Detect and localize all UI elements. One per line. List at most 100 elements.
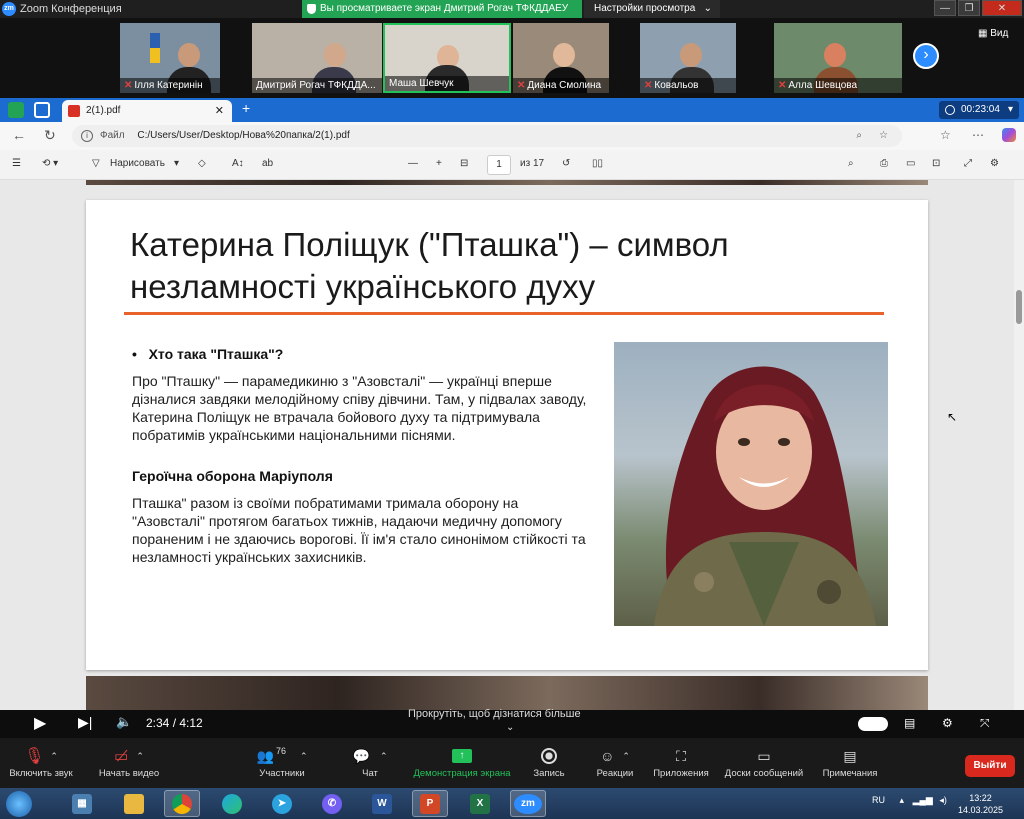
taskbar-app-chrome[interactable]	[164, 790, 200, 817]
taskbar-app-zoom[interactable]: zm	[510, 790, 546, 817]
taskbar-app-files[interactable]	[116, 790, 152, 817]
next-track-icon[interactable]: ▶|	[78, 714, 92, 731]
save-icon[interactable]: ⊡	[932, 158, 940, 169]
view-button[interactable]: ▦ Вид	[978, 28, 1008, 39]
participant-tile[interactable]: ✕ Диана Смолина	[513, 23, 609, 93]
fit-page-icon[interactable]: ⊟	[460, 158, 468, 169]
media-player-bar: ▶ ▶| 🔈 2:34 / 4:12 Прокрутіть, щоб дізна…	[0, 708, 1024, 738]
leave-meeting-button[interactable]: Выйти	[965, 755, 1015, 777]
close-window-button[interactable]: ✕	[982, 0, 1022, 16]
volume-icon[interactable]: ◂)	[939, 795, 947, 805]
start-video-label: Начать видео	[98, 768, 160, 779]
taskbar-app-excel[interactable]: X	[462, 790, 498, 817]
taskbar-app-powerpoint[interactable]: P	[412, 790, 448, 817]
zoom-icon: zm	[514, 793, 542, 814]
draw-button[interactable]: Нарисовать	[110, 158, 165, 169]
page-number-input[interactable]: 1	[487, 155, 511, 175]
shield-icon[interactable]	[8, 102, 24, 118]
read-aloud-icon[interactable]: ⟲ ▾	[42, 158, 58, 169]
pdf-viewer[interactable]: Катерина Поліщук ("Пташка") – символ нез…	[0, 180, 1014, 710]
fullscreen-icon[interactable]: ⤧	[980, 716, 990, 731]
apps-button[interactable]: ⛶ Приложения	[650, 744, 712, 780]
back-icon[interactable]: ←	[12, 127, 26, 143]
new-tab-button[interactable]: +	[242, 100, 250, 116]
subtitles-icon[interactable]: ▤	[904, 716, 915, 730]
subheading: Героїчна оборона Маріуполя	[132, 468, 333, 484]
page-view-icon[interactable]: ▯▯	[592, 158, 603, 169]
participant-tile[interactable]: ✕ Алла Шевцова	[774, 23, 902, 93]
participant-tile-active-speaker[interactable]: Маша Шевчук	[383, 23, 511, 93]
reactions-label: Реакции	[596, 768, 634, 779]
taskbar-app-edge[interactable]	[214, 790, 250, 817]
address-bar-row: ← ↻ i Файл C:/Users/User/Desktop/Нова%20…	[0, 122, 1024, 150]
clock-date: 14.03.2025	[958, 805, 1004, 815]
workspaces-icon[interactable]	[34, 102, 50, 118]
record-label: Запись	[533, 768, 565, 779]
bullet-heading-text: Хто така "Пташка"?	[148, 346, 284, 362]
participants-button[interactable]: 👥 76 ⌃ Участники	[252, 744, 312, 779]
zoom-icon[interactable]: ⌕	[856, 125, 862, 147]
network-icon[interactable]: ▂▄▆	[913, 795, 933, 805]
unmute-button[interactable]: 🎙 ⌃ Включить звук	[6, 744, 76, 779]
apps-icon: ⛶	[676, 747, 686, 764]
play-icon[interactable]: ▶	[34, 713, 46, 733]
bullet-heading: • Хто така "Пташка"?	[132, 346, 284, 362]
share-screen-button[interactable]: ↑ Демонстрация экрана	[408, 744, 516, 779]
pdf-scrollbar[interactable]	[1014, 180, 1024, 710]
more-icon[interactable]: ⋯	[972, 128, 984, 142]
record-button[interactable]: Запись	[526, 744, 572, 779]
language-indicator[interactable]: RU	[872, 795, 885, 805]
system-tray[interactable]: RU ▴ ▂▄▆ ◂)	[872, 795, 947, 806]
volume-icon[interactable]: 🔈	[116, 714, 132, 730]
windows-taskbar: ▦ ➤ ✆ W P X zm RU ▴ ▂▄▆ ◂) 13:22 14.03.2…	[0, 788, 1024, 819]
taskbar-app-explorer-window[interactable]: ▦	[64, 790, 100, 817]
participant-tile[interactable]: ✕ Ковальов	[640, 23, 736, 93]
copilot-icon[interactable]	[1002, 128, 1016, 142]
viber-icon: ✆	[322, 793, 342, 814]
taskbar-app-viber[interactable]: ✆	[314, 790, 350, 817]
minimize-button[interactable]: —	[934, 0, 956, 16]
scrollbar-thumb[interactable]	[1016, 290, 1022, 324]
zoom-out-icon[interactable]: —	[408, 158, 418, 169]
favorites-icon[interactable]: ☆	[940, 128, 951, 142]
save-as-icon[interactable]: ▭	[906, 158, 915, 169]
zoom-in-icon[interactable]: +	[436, 158, 442, 169]
settings-icon[interactable]: ⚙	[942, 716, 953, 730]
notes-button[interactable]: ▤ Примечания	[818, 744, 882, 780]
start-button[interactable]	[6, 791, 32, 817]
autoplay-toggle[interactable]	[858, 717, 888, 731]
eraser-icon[interactable]: ◇	[198, 158, 206, 169]
tab-pdf[interactable]: 2(1).pdf ✕	[62, 100, 232, 122]
mic-muted-icon: ✕	[124, 80, 133, 91]
maximize-button[interactable]: ❐	[958, 0, 980, 16]
participant-tile[interactable]: Дмитрий Рогач ТФКДДА...	[252, 23, 382, 93]
favorite-icon[interactable]: ☆	[879, 125, 888, 147]
text-icon[interactable]: A↕	[232, 158, 244, 169]
highlight-icon[interactable]: ab	[262, 158, 273, 169]
tray-arrow-icon[interactable]: ▴	[900, 795, 905, 805]
close-tab-icon[interactable]: ✕	[215, 104, 224, 117]
participant-name: Дмитрий Рогач ТФКДДА...	[256, 80, 376, 91]
start-video-button[interactable]: ▭̸ ⌃ Начать видео	[92, 744, 166, 779]
print-icon[interactable]: ⎙	[880, 158, 888, 169]
reactions-button[interactable]: ☺ ⌃ Реакции	[590, 744, 640, 779]
participant-tile[interactable]: ✕ Ілля Катеринін	[120, 23, 220, 93]
share-timer[interactable]: 00:23:04 ▾	[939, 101, 1019, 119]
taskbar-app-telegram[interactable]: ➤	[264, 790, 300, 817]
next-page-button[interactable]: ›	[913, 43, 939, 69]
view-settings-dropdown[interactable]: Настройки просмотра ⌄	[584, 0, 720, 18]
address-input[interactable]: i Файл C:/Users/User/Desktop/Нова%20папк…	[72, 125, 902, 147]
system-clock[interactable]: 13:22 14.03.2025	[958, 792, 1003, 816]
draw-icon[interactable]: ▽	[92, 158, 100, 169]
taskbar-app-word[interactable]: W	[364, 790, 400, 817]
rotate-icon[interactable]: ↺	[562, 158, 570, 169]
contents-icon[interactable]: ☰	[12, 158, 21, 169]
fullscreen-icon[interactable]: ⤢	[964, 158, 972, 169]
whiteboards-button[interactable]: ▭ Доски сообщений	[720, 744, 808, 780]
settings-icon[interactable]: ⚙	[990, 158, 999, 169]
zoom-controls: 🎙 ⌃ Включить звук ▭̸ ⌃ Начать видео 👥 76 ⌃ У…	[0, 738, 1024, 788]
search-icon[interactable]: ⌕	[848, 158, 854, 169]
chevron-down-icon[interactable]: ▾	[174, 158, 179, 169]
refresh-icon[interactable]: ↻	[44, 127, 56, 144]
chat-button[interactable]: 💬 ⌃ Чат	[346, 744, 394, 780]
